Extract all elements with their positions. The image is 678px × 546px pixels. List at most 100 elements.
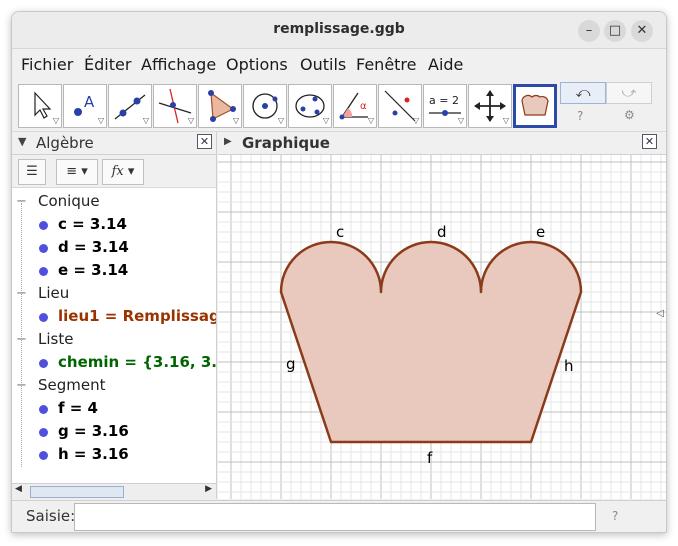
input-help-icon[interactable]: ? [612,509,618,523]
algebra-close-button[interactable]: ✕ [197,134,212,149]
svg-text:α: α [360,101,367,112]
algebra-item-h[interactable]: h = 3.16 [12,443,216,466]
graphics-header: ▶ Graphique ✕ [218,132,666,155]
maximize-button[interactable]: □ [604,20,626,42]
visibility-dot-icon[interactable] [39,428,48,437]
visibility-dot-icon[interactable] [39,221,48,230]
sort-icon: ≡ ▾ [66,164,88,179]
toolbar: ▽ A ▽ ▽ ▽ ▽ ▽ ▽ α ▽ ▽ a = 2 ▽ ▽ ⤺ ⤻ ? ⚙ [12,79,666,132]
menu-bar: Fichier Éditer Affichage Options Outils … [12,49,666,79]
redo-icon: ⤻ [621,85,637,101]
label-e: e [536,223,545,241]
circle-tool-button[interactable]: ▽ [243,84,287,128]
minimize-button[interactable]: – [578,20,600,42]
algebra-item-c[interactable]: c = 3.14 [12,213,216,236]
move-graphics-tool-button[interactable]: ▽ [468,84,512,128]
group-label: Conique [38,192,100,210]
collapse-triangle-icon[interactable]: ▼ [18,135,26,148]
algebra-item-d[interactable]: d = 3.14 [12,236,216,259]
input-field[interactable] [74,503,596,531]
scroll-right-icon[interactable]: ▶ [205,484,212,494]
auxiliary-objects-button[interactable]: ☰ [18,159,46,185]
group-segment[interactable]: − Segment [12,374,216,397]
description-mode-button[interactable]: fx ▾ [102,159,144,185]
visibility-dot-icon[interactable] [39,451,48,460]
graphics-close-button[interactable]: ✕ [642,134,657,149]
group-lieu[interactable]: − Lieu [12,282,216,305]
label-h: h [564,357,574,375]
graphics-panel: ▶ Graphique ✕ c d e f g h ◁ [218,132,666,499]
undo-icon: ⤺ [575,85,591,101]
label-g: g [286,355,296,373]
reflect-tool-button[interactable]: ▽ [378,84,422,128]
redo-button[interactable]: ⤻ [606,82,652,104]
close-button[interactable]: ✕ [631,20,653,42]
group-liste[interactable]: − Liste [12,328,216,351]
algebra-item-lieu1[interactable]: lieu1 = Remplissage [12,305,216,328]
group-conique[interactable]: − Conique [12,190,216,213]
menu-editer[interactable]: Éditer [84,55,131,74]
help-icon[interactable]: ? [577,109,583,123]
label-f: f [427,449,433,467]
menu-aide[interactable]: Aide [428,55,463,74]
fx-icon: fx [111,164,124,179]
algebra-panel: ▼ Algèbre ✕ ☰ ≡ ▾ fx ▾ − Conique c = 3.1… [12,132,217,499]
menu-affichage[interactable]: Affichage [141,55,216,74]
menu-fenetre[interactable]: Fenêtre [356,55,417,74]
scrollbar-thumb[interactable] [30,486,124,498]
algebra-toolbar: ☰ ≡ ▾ fx ▾ [12,155,216,188]
menu-fichier[interactable]: Fichier [21,55,73,74]
title-bar: remplissage.ggb – □ ✕ [12,12,666,49]
svg-text:A: A [84,93,95,111]
undo-button[interactable]: ⤺ [560,82,606,104]
conic-tool-button[interactable]: ▽ [288,84,332,128]
algebra-horizontal-scrollbar[interactable]: ◀ ▶ [12,483,216,499]
algebra-title: Algèbre [36,134,94,152]
algebra-item-text: d = 3.14 [58,238,129,256]
algebra-item-text: g = 3.16 [58,422,129,440]
label-c: c [336,223,344,241]
move-tool-button[interactable]: ▽ [18,84,62,128]
line-tool-button[interactable]: ▽ [108,84,152,128]
graphics-title: Graphique [242,134,330,152]
tree-guide [21,203,23,467]
visibility-dot-icon[interactable] [39,405,48,414]
expand-triangle-icon[interactable]: ▶ [224,136,232,147]
settings-icon[interactable]: ⚙ [624,108,635,122]
side-panel-toggle-icon[interactable]: ◁ [656,308,664,319]
algebra-tree: − Conique c = 3.14 d = 3.14 e = 3.14 − L… [12,190,216,482]
input-label: Saisie: [26,507,76,525]
algebra-header: ▼ Algèbre ✕ [12,132,216,155]
algebra-item-e[interactable]: e = 3.14 [12,259,216,282]
menu-outils[interactable]: Outils [300,55,346,74]
visibility-dot-icon[interactable] [39,267,48,276]
point-tool-button[interactable]: A ▽ [63,84,107,128]
algebra-item-text: f = 4 [58,399,98,417]
visibility-dot-icon[interactable] [39,244,48,253]
angle-tool-button[interactable]: α ▽ [333,84,377,128]
scroll-left-icon[interactable]: ◀ [15,484,22,494]
label-d: d [437,223,447,241]
algebra-item-f[interactable]: f = 4 [12,397,216,420]
menu-options[interactable]: Options [226,55,288,74]
polygon-tool-button[interactable]: ▽ [198,84,242,128]
group-label: Segment [38,376,106,394]
filled-locus-shape[interactable] [279,240,583,444]
algebra-item-g[interactable]: g = 3.16 [12,420,216,443]
algebra-item-text: lieu1 = Remplissage [58,307,216,325]
group-label: Liste [38,330,74,348]
custom-fill-tool-button[interactable] [513,84,557,128]
fill-shape-icon [521,94,549,116]
window-title: remplissage.ggb [273,21,405,37]
visibility-dot-icon[interactable] [39,359,48,368]
document-icon: ☰ [26,164,38,179]
sort-button[interactable]: ≡ ▾ [56,159,98,185]
group-label: Lieu [38,284,70,302]
visibility-dot-icon[interactable] [39,313,48,322]
algebra-item-text: c = 3.14 [58,215,127,233]
algebra-item-chemin[interactable]: chemin = {3.16, 3.14 [12,351,216,374]
slider-tool-button[interactable]: a = 2 ▽ [423,84,467,128]
svg-text:a = 2: a = 2 [429,94,459,107]
perpendicular-tool-button[interactable]: ▽ [153,84,197,128]
graphics-canvas[interactable]: c d e f g h [218,155,666,499]
